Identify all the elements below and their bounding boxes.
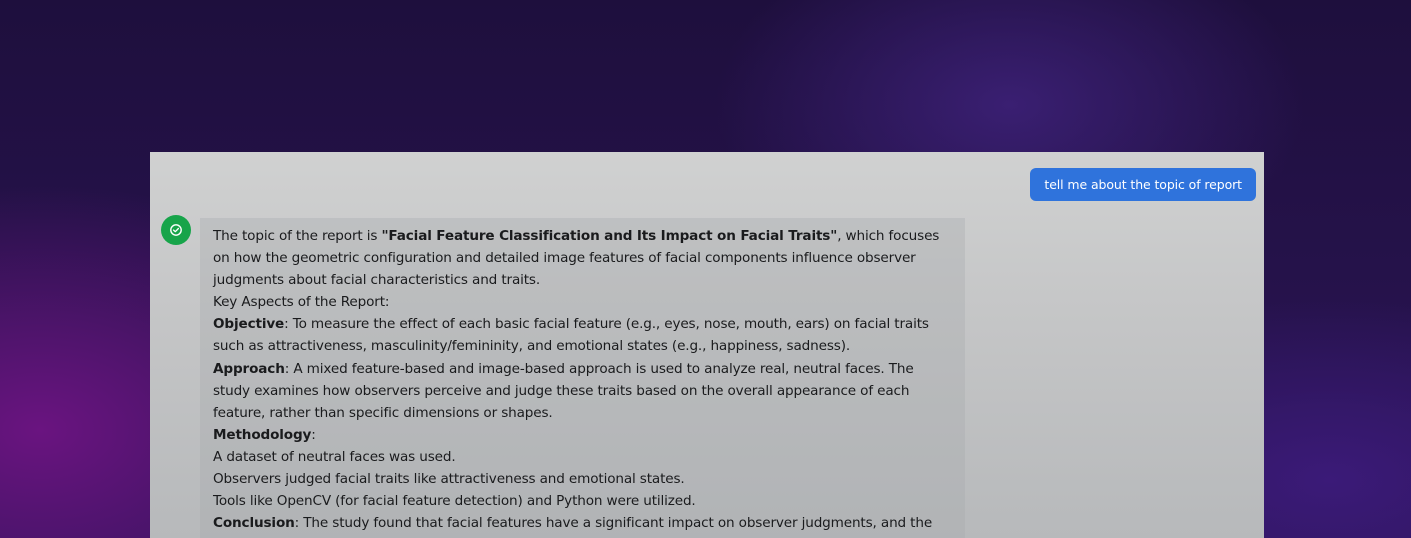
approach-label: Approach: [213, 360, 285, 377]
bot-avatar: [161, 215, 191, 245]
methodology-point: A dataset of neutral faces was used.: [213, 448, 456, 465]
objective-paragraph: Objective: To measure the effect of each…: [213, 316, 929, 355]
user-message-text: tell me about the topic of report: [1044, 177, 1242, 192]
report-title: "Facial Feature Classification and Its I…: [381, 228, 838, 244]
chat-window: tell me about the topic of report The to…: [150, 152, 1264, 538]
check-circle-icon: [169, 223, 183, 237]
methodology-point: Observers judged facial traits like attr…: [213, 471, 685, 488]
conclusion-label: Conclusion: [213, 515, 295, 532]
approach-paragraph: Approach: A mixed feature-based and imag…: [213, 360, 914, 421]
key-aspects-heading: Key Aspects of the Report:: [213, 294, 390, 311]
methodology-heading: Methodology:: [213, 426, 316, 443]
methodology-label: Methodology: [213, 426, 312, 443]
bot-message-bubble: The topic of the report is "Facial Featu…: [200, 218, 965, 538]
response-intro: The topic of the report is "Facial Featu…: [213, 228, 940, 289]
user-message-bubble: tell me about the topic of report: [1030, 168, 1256, 201]
methodology-point: Tools like OpenCV (for facial feature de…: [213, 493, 696, 510]
objective-label: Objective: [213, 316, 285, 333]
conclusion-paragraph: Conclusion: The study found that facial …: [213, 515, 933, 532]
